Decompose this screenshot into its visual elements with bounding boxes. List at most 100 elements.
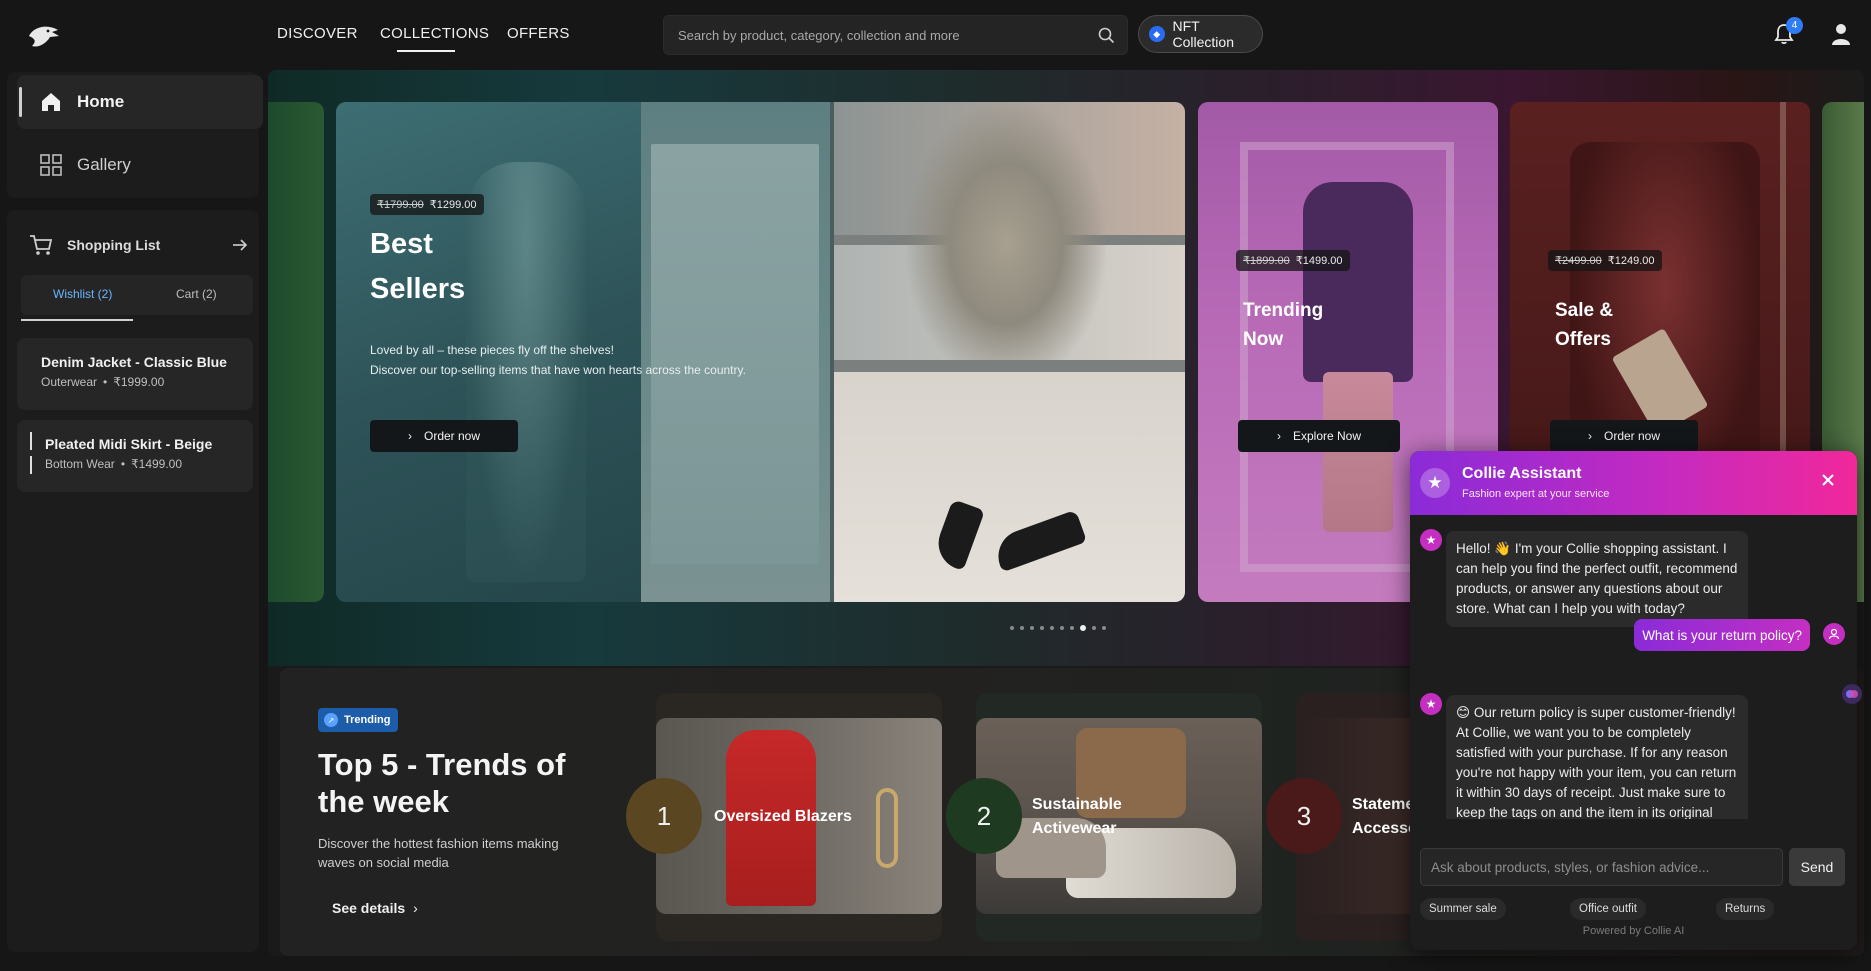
sidebar-item-gallery[interactable]: Gallery [17, 138, 263, 192]
model-image [906, 102, 1106, 360]
item-category: Outerwear [41, 375, 98, 389]
trend-card-3[interactable]: 3 Stateme Accesso [1266, 693, 1426, 941]
drag-handle[interactable] [30, 432, 32, 480]
suggestion-chip[interactable]: Returns [1716, 898, 1775, 920]
grid-icon [40, 154, 62, 176]
arrow-right-icon[interactable] [231, 236, 249, 254]
chat-title: Collie Assistant [1462, 465, 1582, 482]
nav-offers[interactable]: OFFERS [507, 25, 570, 42]
tab-wishlist[interactable]: Wishlist (2) [53, 287, 112, 301]
trend-label: Oversized Blazers [714, 808, 852, 825]
nft-collection-label: NFT Collection [1172, 18, 1234, 50]
carousel-dot[interactable] [1010, 626, 1014, 630]
top-navbar: DISCOVER COLLECTIONS OFFERS ◆ NFT Collec… [0, 0, 1871, 68]
suggestion-chip[interactable]: Office outfit [1570, 898, 1646, 920]
cart-icon [30, 235, 53, 255]
item-name: Pleated Midi Skirt - Beige [45, 436, 213, 452]
carousel-dot[interactable] [1060, 626, 1064, 630]
rank-number: 3 [1266, 778, 1342, 854]
chevron-right-icon: › [1587, 429, 1592, 443]
tab-active-underline [21, 319, 133, 321]
suggestion-chip[interactable]: Summer sale [1420, 898, 1506, 920]
shopping-list-title: Shopping List [67, 237, 161, 253]
price-tag: ₹1899.00 ₹1499.00 [1236, 250, 1350, 271]
carousel-dot[interactable] [1050, 626, 1054, 630]
trends-title: Top 5 - Trends of the week [318, 747, 566, 819]
see-details-link[interactable]: See details › [332, 900, 418, 916]
nav-collections[interactable]: COLLECTIONS [380, 25, 489, 42]
item-category: Bottom Wear [45, 457, 115, 471]
order-now-button[interactable]: › Order now [370, 420, 518, 452]
item-name: Denim Jacket - Classic Blue [41, 354, 227, 370]
order-now-button[interactable]: › Order now [1550, 420, 1698, 452]
star-icon: ★ [1420, 468, 1450, 498]
carousel-dot[interactable] [1020, 626, 1024, 630]
shopping-tabs: Wishlist (2) Cart (2) [21, 275, 253, 315]
rank-number: 1 [626, 778, 702, 854]
chat-messages[interactable]: ★ Hello! 👋 I'm your Collie shopping assi… [1410, 515, 1857, 819]
chevron-right-icon: › [407, 429, 412, 443]
card-title: Sale & Offers [1555, 300, 1614, 350]
user-avatar-icon [1823, 623, 1845, 645]
shopping-list-panel: Shopping List Wishlist (2) Cart (2) Deni… [7, 210, 259, 952]
bot-avatar-icon: ★ [1420, 693, 1442, 715]
carousel-dot[interactable] [1092, 626, 1096, 630]
trending-badge: ↗ Trending [318, 708, 399, 732]
send-button[interactable]: Send [1789, 848, 1845, 886]
nft-collection-button[interactable]: ◆ NFT Collection [1138, 15, 1263, 53]
notification-badge: 4 [1786, 17, 1803, 34]
bot-message: Hello! 👋 I'm your Collie shopping assist… [1446, 531, 1748, 627]
search-bar [663, 15, 1128, 55]
carousel-card-prev[interactable] [268, 102, 324, 602]
item-meta: Bottom Wear • ₹1499.00 [45, 457, 183, 471]
carousel-dot[interactable] [1102, 626, 1106, 630]
user-icon[interactable] [1830, 22, 1852, 46]
explore-now-button[interactable]: › Explore Now [1238, 420, 1400, 452]
item-meta: Outerwear • ₹1999.00 [41, 375, 165, 389]
trends-description: Discover the hottest fashion items makin… [318, 836, 559, 870]
hero-image-panel [834, 372, 1185, 602]
bot-avatar-icon: ★ [1420, 529, 1442, 551]
collie-logo-icon[interactable] [26, 22, 62, 52]
carousel-dot[interactable] [1070, 626, 1074, 630]
chat-input[interactable] [1421, 849, 1782, 885]
bot-message: 😊 Our return policy is super customer-fr… [1446, 695, 1748, 819]
card-title: Trending Now [1243, 300, 1324, 350]
close-icon[interactable] [1819, 471, 1837, 489]
carousel-card-best-sellers[interactable]: ₹1799.00 ₹1299.00 Best Sellers Loved by a… [336, 102, 1185, 602]
powered-by-text: Powered by Collie AI [1582, 925, 1685, 937]
sidebar-item-home[interactable]: Home [17, 75, 263, 129]
trend-up-icon: ↗ [324, 713, 338, 727]
nav-active-underline [397, 50, 455, 52]
carousel-dot[interactable] [1030, 626, 1034, 630]
trend-card-2[interactable]: 2 Sustainable Activewear [946, 693, 1262, 941]
old-price: ₹1799.00 [377, 199, 424, 211]
item-price: ₹1499.00 [131, 457, 183, 471]
sidebar-nav: Home Gallery [7, 72, 263, 198]
list-item[interactable]: Pleated Midi Skirt - Beige Bottom Wear • ₹… [17, 420, 253, 492]
rank-number: 2 [946, 778, 1022, 854]
current-price: ₹1299.00 [429, 199, 477, 211]
hero-description: Loved by all – these pieces fly off the … [370, 343, 746, 377]
price-tag: ₹2499.00 ₹1249.00 [1548, 250, 1662, 271]
diamond-icon: ◆ [1149, 26, 1165, 42]
carousel-dot[interactable] [1040, 626, 1044, 630]
home-icon [42, 93, 60, 111]
search-icon[interactable] [1098, 27, 1115, 44]
sidebar-item-label: Home [77, 92, 125, 111]
carousel-dots [1010, 625, 1106, 631]
sidebar-item-label: Gallery [77, 155, 131, 174]
user-message: What is your return policy? [1634, 619, 1810, 651]
brain-icon[interactable] [1842, 684, 1862, 704]
chat-subtitle: Fashion expert at your service [1462, 488, 1610, 500]
list-item[interactable]: Denim Jacket - Classic Blue Outerwear • ₹1… [17, 338, 253, 410]
chat-assistant-widget: ★ Collie Assistant Fashion expert at you… [1410, 451, 1857, 950]
tab-cart[interactable]: Cart (2) [176, 287, 217, 301]
carousel-dot[interactable] [1080, 625, 1086, 631]
trend-label: Stateme Accesso [1352, 796, 1418, 837]
nav-discover[interactable]: DISCOVER [277, 25, 358, 42]
hero-title: Best Sellers [370, 228, 466, 305]
chevron-right-icon: › [413, 900, 418, 916]
trend-card-1[interactable]: 1 Oversized Blazers [626, 693, 942, 941]
search-input[interactable] [678, 16, 1078, 54]
